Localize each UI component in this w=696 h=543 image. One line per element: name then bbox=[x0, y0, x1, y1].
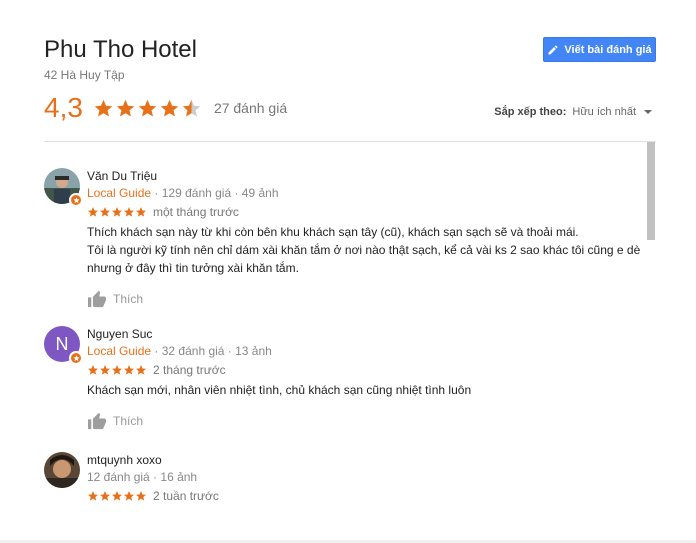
review-date: một tháng trước bbox=[153, 205, 239, 219]
local-guide-badge-icon bbox=[69, 193, 83, 207]
reviewer-meta: Local Guide · 32 đánh giá · 13 ảnh bbox=[87, 344, 272, 358]
star-icon bbox=[88, 207, 98, 217]
like-button[interactable]: Thích bbox=[87, 412, 642, 430]
write-review-button[interactable]: Viết bài đánh giá bbox=[543, 37, 656, 62]
rating-summary: 4,3 27 đánh giá bbox=[44, 92, 287, 124]
reviewer-name[interactable]: Nguyen Suc bbox=[87, 326, 642, 342]
avatar[interactable] bbox=[44, 452, 80, 488]
review-stars bbox=[87, 490, 147, 502]
star-icon bbox=[94, 99, 113, 117]
reviews-list: Văn Du Triệu Local Guide · 129 đánh giá … bbox=[44, 142, 644, 510]
review-rating-row: một tháng trước bbox=[87, 204, 642, 220]
star-icon bbox=[136, 491, 146, 501]
write-review-label: Viết bài đánh giá bbox=[564, 43, 652, 56]
star-icon bbox=[136, 207, 146, 217]
reviewer-stats: 32 đánh giá · 13 ảnh bbox=[161, 344, 272, 358]
star-icon bbox=[100, 365, 110, 375]
star-icon bbox=[136, 365, 146, 375]
review-rating-row: 2 tháng trước bbox=[87, 362, 642, 378]
avatar-photo bbox=[44, 452, 80, 488]
thumbs-up-icon bbox=[88, 290, 106, 308]
review-text-line: Khách sạn mới, nhân viên nhiệt tình, chủ… bbox=[87, 383, 472, 397]
sort-value[interactable]: Hữu ích nhất bbox=[572, 106, 636, 118]
star-icon bbox=[100, 207, 110, 217]
reviewer-name[interactable]: mtquynh xoxo bbox=[87, 452, 642, 468]
rating-value: 4,3 bbox=[44, 92, 83, 123]
review-stars bbox=[87, 206, 147, 218]
scrollbar-thumb[interactable] bbox=[647, 142, 655, 240]
like-label: Thích bbox=[113, 414, 144, 428]
review-content: Văn Du Triệu Local Guide · 129 đánh giá … bbox=[87, 168, 642, 308]
star-icon bbox=[124, 365, 134, 375]
hotel-header: Phu Tho Hotel 42 Hà Huy Tập bbox=[44, 36, 197, 82]
star-icon bbox=[112, 207, 122, 217]
star-icon bbox=[124, 207, 134, 217]
star-icon bbox=[182, 99, 201, 117]
star-icon bbox=[88, 365, 98, 375]
star-icon bbox=[100, 491, 110, 501]
local-guide-label: Local Guide bbox=[87, 344, 152, 358]
review-text-line: nhưng ở đây thì tin tưởng xài khăn tắm. bbox=[87, 261, 299, 275]
star-icon bbox=[160, 99, 179, 117]
star-icon bbox=[138, 99, 157, 117]
caret-down-icon[interactable] bbox=[644, 110, 652, 114]
review-date: 2 tuần trước bbox=[153, 489, 219, 503]
review-rating-row: 2 tuần trước bbox=[87, 488, 642, 504]
hotel-name: Phu Tho Hotel bbox=[44, 36, 197, 63]
sort-control[interactable]: Sắp xếp theo: Hữu ích nhất bbox=[494, 106, 652, 118]
star-icon bbox=[112, 365, 122, 375]
reviewer-stats: 129 đánh giá · 49 ảnh bbox=[161, 186, 279, 200]
reviewer-name[interactable]: Văn Du Triệu bbox=[87, 168, 642, 184]
review-text-line: Thích khách sạn này từ khi còn bên khu k… bbox=[87, 225, 579, 239]
hotel-address: 42 Hà Huy Tập bbox=[44, 68, 125, 82]
review-text: Khách sạn mới, nhân viên nhiệt tình, chủ… bbox=[87, 381, 642, 399]
review-text: Thích khách sạn này từ khi còn bên khu k… bbox=[87, 223, 642, 277]
like-label: Thích bbox=[113, 292, 144, 306]
review-content: Nguyen Suc Local Guide · 32 đánh giá · 1… bbox=[87, 326, 642, 430]
review-text-line: Tôi là người kỹ tính nên chỉ dám xài khă… bbox=[87, 243, 641, 257]
star-icon bbox=[112, 491, 122, 501]
review-date: 2 tháng trước bbox=[153, 363, 226, 377]
rating-stars bbox=[93, 98, 202, 119]
star-icon bbox=[124, 491, 134, 501]
reviewer-meta: Local Guide · 129 đánh giá · 49 ảnh bbox=[87, 186, 279, 200]
reviewer-stats: 12 đánh giá · 16 ảnh bbox=[87, 470, 198, 484]
pencil-icon bbox=[548, 44, 558, 54]
local-guide-badge-icon bbox=[69, 351, 83, 365]
avatar[interactable]: N bbox=[44, 326, 83, 365]
star-icon bbox=[88, 491, 98, 501]
thumbs-up-icon bbox=[88, 412, 106, 430]
review-content: mtquynh xoxo 12 đánh giá · 16 ảnh 2 tuần… bbox=[87, 452, 642, 504]
star-icon bbox=[116, 99, 135, 117]
review-stars bbox=[87, 364, 147, 376]
sort-label: Sắp xếp theo: bbox=[494, 106, 567, 118]
avatar-letter: N bbox=[55, 333, 69, 354]
local-guide-label: Local Guide bbox=[87, 186, 152, 200]
review-count[interactable]: 27 đánh giá bbox=[214, 100, 287, 116]
avatar[interactable] bbox=[44, 168, 83, 207]
like-button[interactable]: Thích bbox=[87, 290, 642, 308]
reviewer-meta: 12 đánh giá · 16 ảnh bbox=[87, 469, 642, 485]
